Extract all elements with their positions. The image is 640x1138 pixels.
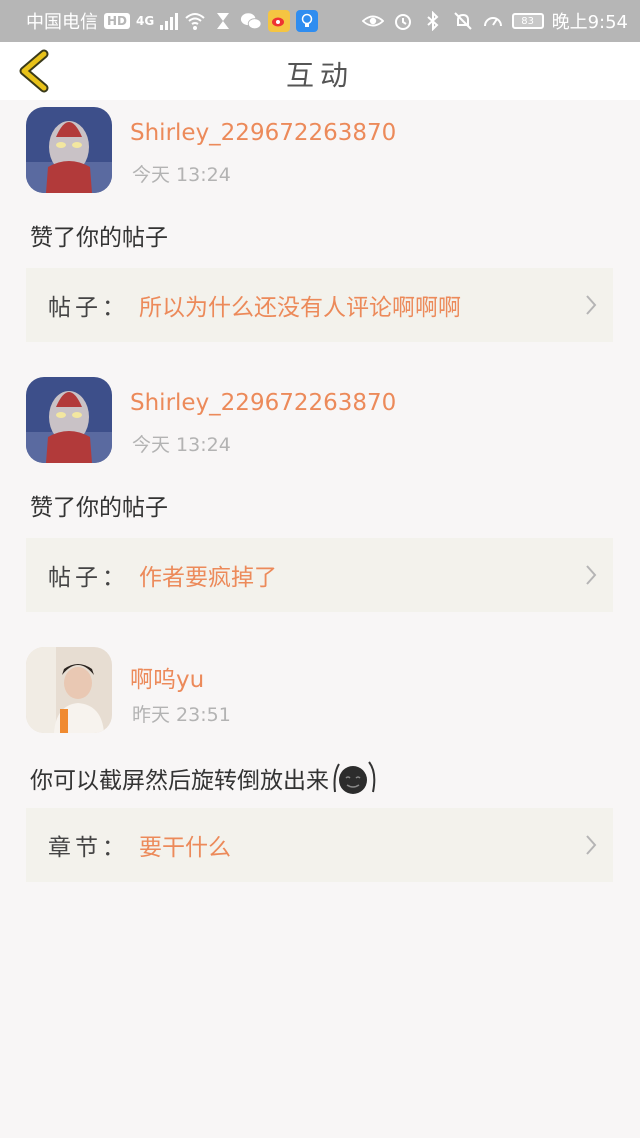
list-item: Shirley_229672263870 今天 13:24 赞了你的帖子 帖子：…: [0, 100, 640, 370]
lightbulb-icon: [296, 10, 319, 32]
chevron-right-icon: [586, 295, 597, 315]
action-text: 赞了你的帖子: [30, 495, 168, 521]
comment-text-row: 你可以截屏然后旋转倒放出来: [30, 758, 377, 798]
timestamp: 今天 13:24: [132, 164, 231, 186]
chapter-link-card[interactable]: 章节： 要干什么: [26, 808, 613, 882]
bluetooth-icon: [426, 11, 439, 31]
hd-badge: HD: [104, 13, 131, 29]
carrier-label: 中国电信: [26, 12, 98, 33]
username[interactable]: Shirley_229672263870: [130, 390, 396, 416]
post-link-card[interactable]: 帖子： 所以为什么还没有人评论啊啊啊: [26, 268, 613, 342]
speedometer-icon: [483, 17, 502, 27]
wechat-icon: [241, 13, 262, 30]
alarm-icon: [394, 14, 411, 30]
username[interactable]: 啊呜yu: [130, 660, 204, 694]
target-label: 帖子：: [48, 565, 129, 591]
chevron-right-icon: [586, 565, 597, 585]
interaction-feed: Shirley_229672263870 今天 13:24 赞了你的帖子 帖子：…: [0, 100, 640, 910]
signal-icon: [160, 12, 179, 30]
header: 互动: [0, 42, 640, 100]
chevron-right-icon: [586, 835, 597, 855]
wifi-icon: [185, 13, 205, 30]
dark-face-emoji-icon: [333, 761, 376, 794]
timestamp: 昨天 23:51: [132, 704, 231, 726]
page-title: 互动: [285, 59, 354, 92]
post-link-card[interactable]: 帖子： 作者要疯掉了: [26, 538, 613, 612]
avatar[interactable]: [26, 377, 112, 463]
target-label: 帖子：: [48, 295, 129, 321]
hourglass-icon: [217, 13, 230, 29]
list-item: Shirley_229672263870 今天 13:24 赞了你的帖子 帖子：…: [0, 370, 640, 640]
timestamp: 今天 13:24: [132, 434, 231, 456]
eye-icon: [361, 15, 384, 27]
avatar[interactable]: [26, 647, 112, 733]
weibo-icon: [268, 10, 291, 32]
avatar[interactable]: [26, 107, 112, 193]
list-item: 啊呜yu 昨天 23:51 你可以截屏然后旋转倒放出来 章节： 要干什么: [0, 640, 640, 910]
mute-bell-icon: [453, 12, 472, 30]
battery-icon: 83: [511, 13, 544, 29]
target-title: 要干什么: [139, 835, 231, 861]
network-label: 4G: [136, 14, 155, 28]
target-label: 章节：: [48, 835, 129, 861]
comment-text: 你可以截屏然后旋转倒放出来: [30, 768, 329, 794]
target-title: 作者要疯掉了: [139, 565, 277, 591]
username[interactable]: Shirley_229672263870: [130, 120, 396, 146]
clock-label: 晚上9:54: [551, 12, 628, 33]
action-text: 赞了你的帖子: [30, 225, 168, 251]
status-bar: 中国电信 HD 4G 83 晚上9:54: [0, 0, 640, 42]
target-title: 所以为什么还没有人评论啊啊啊: [139, 295, 461, 321]
